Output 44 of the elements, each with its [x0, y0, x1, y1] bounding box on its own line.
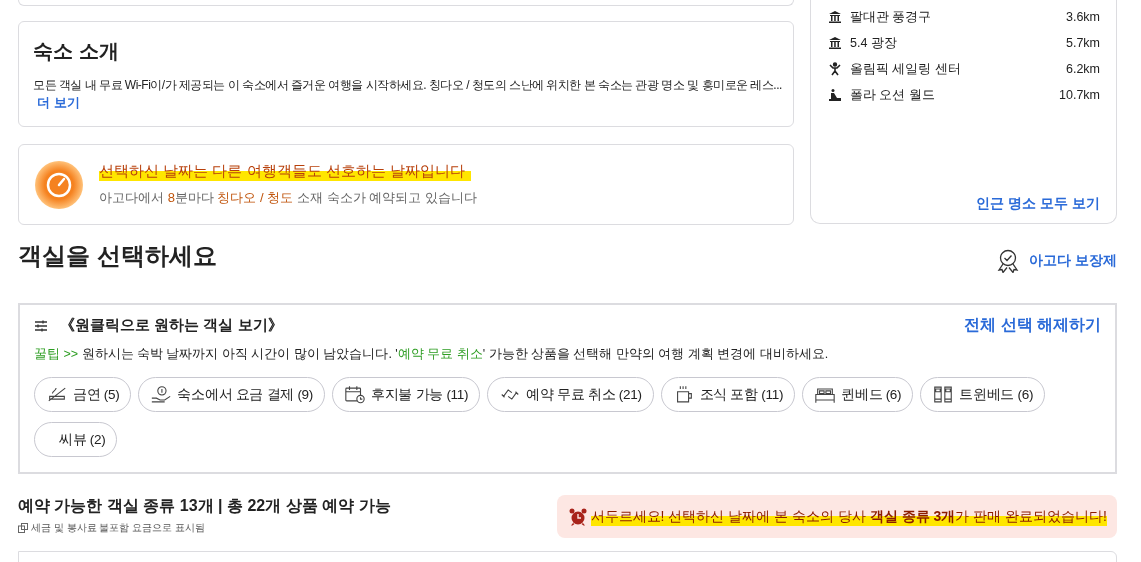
- filter-chip[interactable]: 금연 (5): [34, 377, 132, 412]
- no-smoking-icon: [46, 385, 68, 404]
- sold-out-alert-text: 서두르세요! 선택하신 날짜에 본 숙소의 당사 객실 종류 3개가 판매 완료되었습니다!: [590, 507, 1107, 526]
- twin-beds-icon: [932, 385, 955, 404]
- place-distance: 3.6km: [1065, 10, 1100, 24]
- clear-all-link[interactable]: 전체 선택 해제하기: [964, 315, 1101, 336]
- booking-activity-text: 아고다에서 8분마다 칭다오 / 청도 소재 숙소가 예약되고 있습니다: [99, 189, 477, 207]
- tax-note: 세금 및 봉사료 불포함 요금으로 표시됨: [31, 521, 205, 535]
- filter-chip[interactable]: 후지불 가능 (11): [332, 377, 481, 412]
- filter-chip[interactable]: 조식 포함 (11): [660, 377, 796, 412]
- speedometer-icon: [35, 160, 83, 209]
- description-text: 모든 객실 내 무료 Wi-Fi이/가 제공되는 이 숙소에서 즐거운 여행을 시작하세요. 칭다오 / 청도의 스난에 위치한 본 숙소는 관광 명소 및 흥미로운 레스...: [33, 77, 782, 93]
- section-title: 객실을 선택하세요: [18, 241, 217, 271]
- guarantee-link[interactable]: 아고다 보장제: [1029, 252, 1117, 270]
- place-name: 팔대관 풍경구: [850, 8, 933, 26]
- museum-icon: [828, 10, 842, 24]
- filter-chip[interactable]: 트윈베드 (6): [920, 377, 1046, 412]
- tip-text: 꿀팁 >> 원하시는 숙박 날짜까지 아직 시간이 많이 남았습니다. '예약 무료 취소' 가능한 상품을 선택해 만약의 여행 계획 변경에 대비하세요.: [34, 346, 830, 363]
- availability-title: 예약 가능한 객실 종류 13개 | 총 22개 상품 예약 가능: [18, 496, 391, 516]
- calendar-clock-icon: [344, 385, 366, 404]
- filter-title: 《원클릭으로 원하는 객실 보기》: [60, 316, 283, 335]
- double-bed-icon: [814, 385, 837, 404]
- place-name: 5.4 광장: [850, 34, 898, 52]
- copy-icon: [18, 523, 28, 533]
- place-name: 올림픽 세일링 센터: [850, 60, 962, 78]
- place-distance: 5.7km: [1065, 36, 1100, 50]
- filter-sliders-icon: [34, 318, 48, 333]
- slide-icon: [828, 88, 842, 102]
- filter-chip[interactable]: 씨뷰 (2): [34, 422, 118, 457]
- section-title: 숙소 소개: [33, 39, 119, 64]
- all-nearby-link[interactable]: 인근 명소 모두 보기: [976, 195, 1100, 213]
- award-ribbon-icon: [997, 249, 1020, 273]
- alarm-clock-icon: [568, 507, 587, 526]
- filter-chip[interactable]: 숙소에서 요금 결제 (9): [138, 377, 325, 412]
- more-link[interactable]: 더 보기: [37, 94, 80, 112]
- filter-chip[interactable]: 예약 무료 취소 (21): [487, 377, 654, 412]
- athlete-icon: [828, 62, 842, 76]
- filter-chip[interactable]: 퀸베드 (6): [802, 377, 914, 412]
- popular-dates-title: 선택하신 날짜는 다른 여행객들도 선호하는 날짜입니다: [99, 162, 471, 181]
- museum-icon: [828, 36, 842, 50]
- place-distance: 6.2km: [1065, 62, 1100, 76]
- place-name: 폴라 오션 월드: [850, 86, 936, 104]
- place-distance: 10.7km: [1059, 88, 1100, 102]
- hand-coin-icon: [150, 385, 173, 404]
